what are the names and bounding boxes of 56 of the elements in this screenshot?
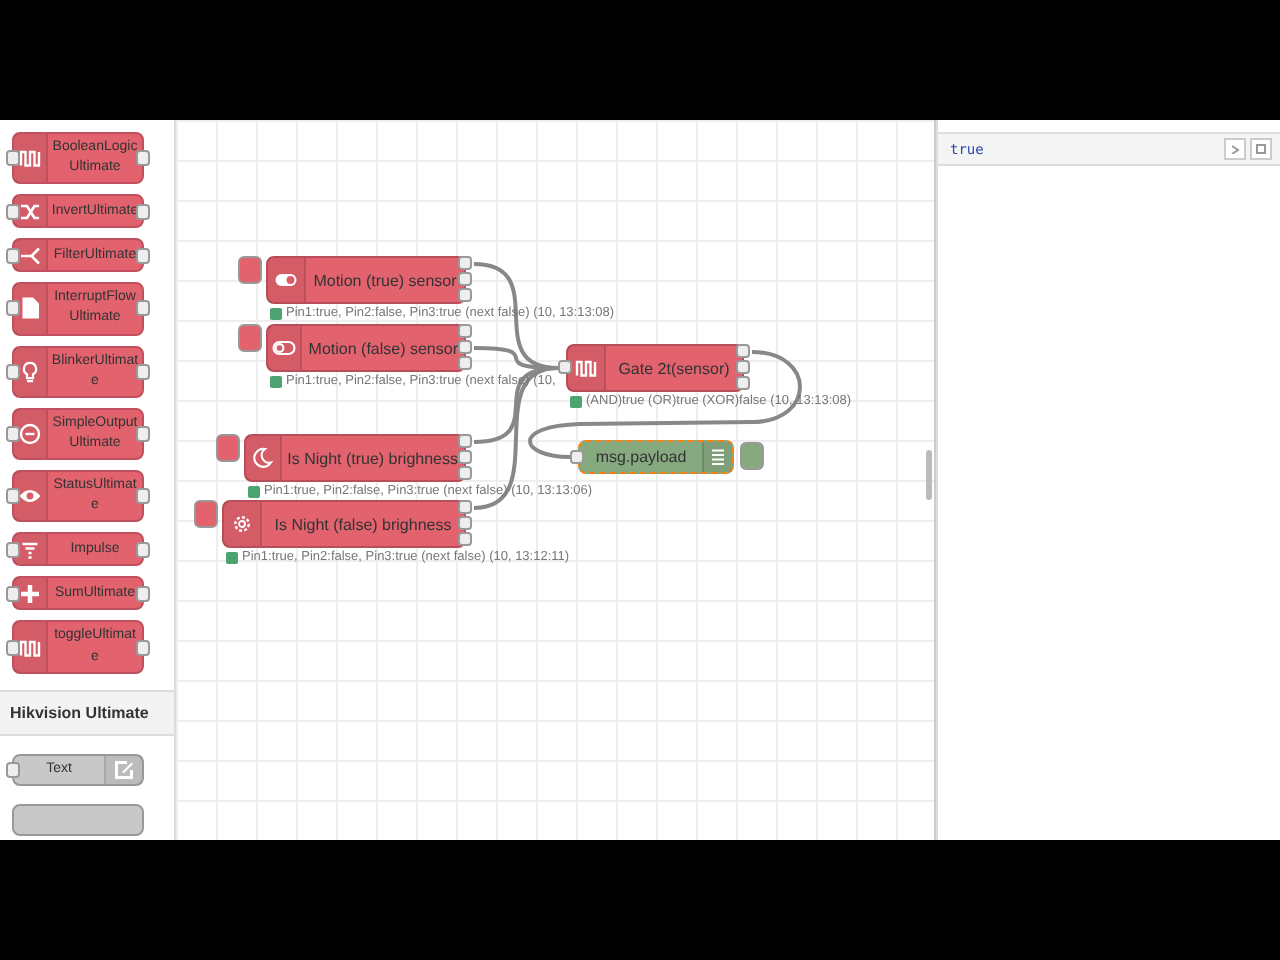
inject-button[interactable] <box>238 256 262 284</box>
port <box>6 585 20 602</box>
port <box>136 203 150 220</box>
shuffle-icon <box>18 199 42 224</box>
debug-toggle[interactable] <box>740 442 764 470</box>
edit-icon <box>112 757 136 782</box>
signal-icon <box>18 537 42 562</box>
pulse-icon <box>574 356 598 380</box>
port <box>136 300 150 317</box>
inject-button[interactable] <box>216 434 240 462</box>
inject-button[interactable] <box>238 324 262 352</box>
port <box>136 541 150 558</box>
port <box>6 203 20 220</box>
port <box>136 247 150 264</box>
document-icon <box>18 296 42 321</box>
port <box>6 541 20 558</box>
port <box>6 363 20 380</box>
port <box>6 247 20 264</box>
copy-button[interactable] <box>1250 138 1272 160</box>
port <box>6 150 20 167</box>
port <box>136 363 150 380</box>
copy-icon <box>1255 143 1267 155</box>
flow-node[interactable]: Motion (true) sensor <box>266 256 466 304</box>
port <box>136 585 150 602</box>
flow-node[interactable]: Motion (false) sensor <box>266 324 466 372</box>
circle-icon <box>18 421 42 446</box>
palette-node[interactable] <box>12 803 144 836</box>
port <box>6 300 20 317</box>
port[interactable] <box>570 449 584 463</box>
port <box>6 761 20 778</box>
port <box>6 488 20 505</box>
port <box>136 639 150 656</box>
copy-path-button[interactable] <box>1224 138 1246 160</box>
moon-icon <box>250 446 275 470</box>
port[interactable] <box>558 360 572 374</box>
port <box>136 150 150 167</box>
scrollbar[interactable] <box>926 450 932 500</box>
toggle-icon <box>272 336 297 360</box>
flow-node[interactable]: Gate 2t(sensor) <box>566 344 744 392</box>
pulse-icon <box>18 635 42 660</box>
pulse-icon <box>18 146 42 171</box>
inject-button[interactable] <box>194 500 218 528</box>
toggle-icon <box>274 268 298 292</box>
port <box>6 639 20 656</box>
gear-icon <box>230 512 254 536</box>
lightbulb-icon <box>18 359 42 384</box>
port <box>136 425 150 442</box>
port <box>6 425 20 442</box>
list-icon <box>706 445 730 469</box>
flow-node[interactable]: Is Night (true) brighness <box>244 434 466 482</box>
category-header[interactable]: Hikvision Ultimate <box>0 689 174 736</box>
flow-node[interactable]: msg.payload <box>578 440 734 474</box>
plus-icon <box>18 581 42 606</box>
split-icon <box>18 243 42 268</box>
flow-node[interactable]: Is Night (false) brighness <box>222 500 466 548</box>
port <box>136 488 150 505</box>
